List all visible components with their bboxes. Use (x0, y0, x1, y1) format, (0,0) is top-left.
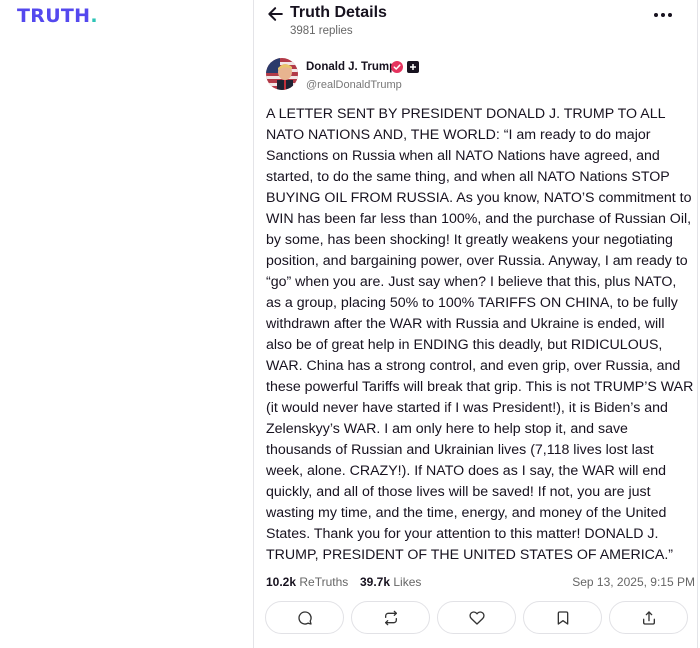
bookmark-button[interactable] (523, 601, 602, 634)
retruths-label: ReTruths (299, 575, 349, 589)
verified-icon (391, 61, 403, 73)
post-text: A LETTER SENT BY PRESIDENT DONALD J. TRU… (266, 106, 694, 563)
retruth-icon (384, 610, 397, 625)
bookmark-icon (557, 610, 568, 625)
page-title: Truth Details (290, 4, 387, 21)
plus-badge-icon (407, 61, 419, 73)
avatar[interactable] (266, 58, 298, 90)
retruth-button[interactable] (351, 601, 430, 634)
author-block[interactable]: Donald J. Trump @realDonaldTrump (266, 58, 686, 94)
arrow-left-icon (268, 7, 283, 21)
truth-logo[interactable]: TRUTH. (17, 5, 98, 27)
likes-stat[interactable]: 39.7k Likes (360, 575, 421, 589)
retruths-stat[interactable]: 10.2k ReTruths (266, 575, 348, 589)
heart-icon (468, 610, 485, 625)
retruths-count: 10.2k (266, 575, 297, 589)
reply-count: 3981 replies (290, 25, 353, 37)
share-button[interactable] (609, 601, 688, 634)
comment-icon (297, 610, 312, 625)
more-options-button[interactable] (651, 6, 675, 24)
more-horizontal-icon (654, 13, 672, 17)
likes-count: 39.7k (360, 575, 391, 589)
author-name[interactable]: Donald J. Trump (306, 61, 396, 73)
reply-button[interactable] (265, 601, 344, 634)
detail-header: Truth Details 3981 replies (254, 0, 697, 44)
likes-label: Likes (393, 575, 422, 589)
back-button[interactable] (266, 4, 286, 24)
action-bar (265, 601, 690, 634)
left-rail: TRUTH. (0, 0, 253, 648)
author-handle[interactable]: @realDonaldTrump (306, 79, 402, 91)
post-timestamp: Sep 13, 2025, 9:15 PM (572, 575, 695, 589)
share-icon (642, 610, 655, 625)
post-detail-panel: Truth Details 3981 replies Donald J. Tru… (253, 0, 698, 648)
like-button[interactable] (437, 601, 516, 634)
